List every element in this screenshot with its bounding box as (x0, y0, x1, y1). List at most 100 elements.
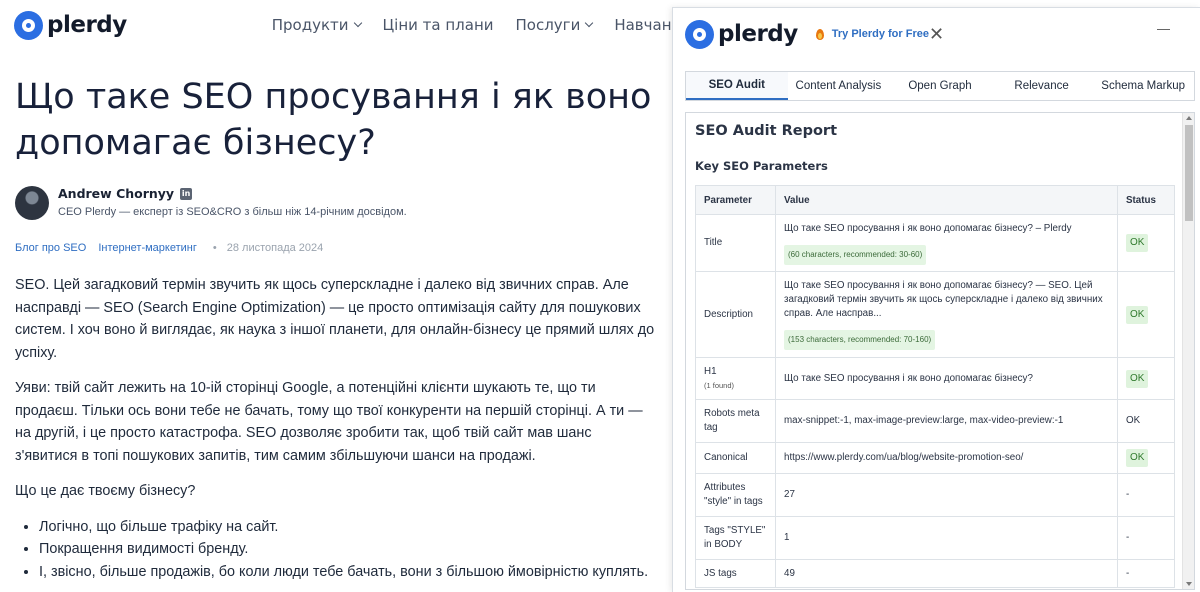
author-block: Andrew Chornyy in CEO Plerdy — експерт і… (15, 186, 672, 220)
status-badge: OK (1126, 369, 1149, 388)
table-row: JS tags 49 - (695, 559, 1175, 588)
param-status: - (1117, 516, 1175, 560)
linkedin-icon[interactable]: in (180, 187, 193, 200)
category-link-marketing[interactable]: Інтернет-маркетинг (98, 242, 197, 254)
plerdy-logo-icon (685, 19, 714, 49)
site-header: plerdy Продукти Ціни та плани Послуги На… (0, 0, 672, 50)
param-name-text: H1 (704, 365, 717, 377)
nav-item-label: Навчання (614, 16, 672, 34)
param-name: Attributes "style" in tags (695, 473, 776, 517)
tab-seo-audit[interactable]: SEO Audit (686, 72, 788, 100)
panel-header: plerdy Try Plerdy for Free ✕ (673, 8, 1200, 60)
section-title: Key SEO Parameters (695, 159, 828, 173)
site-logo[interactable]: plerdy (14, 10, 127, 40)
author-info: Andrew Chornyy in CEO Plerdy — експерт і… (58, 186, 407, 220)
article-page: plerdy Продукти Ціни та плани Послуги На… (0, 0, 672, 592)
param-value: 1 (775, 516, 1118, 560)
nav-item-products[interactable]: Продукти (271, 16, 362, 34)
article-paragraph: Уяви: твій сайт лежить на 10-ій сторінці… (15, 380, 643, 464)
param-name: Canonical (695, 442, 776, 474)
nav-item-pricing[interactable]: Ціни та плани (383, 16, 494, 34)
param-value: max-snippet:-1, max-image-preview:large,… (775, 399, 1118, 443)
chevron-down-icon (353, 18, 362, 28)
column-header-value: Value (775, 185, 1118, 215)
param-status: - (1117, 559, 1175, 588)
article-meta: Блог про SEO Інтернет-маркетинг • 28 лис… (15, 242, 672, 254)
param-value: Що таке SEO просування і як воно допомаг… (775, 357, 1118, 400)
seo-parameters-table: Parameter Value Status Title Що таке SEO… (695, 185, 1175, 588)
nav-item-label: Продукти (271, 16, 349, 34)
report-title: SEO Audit Report (695, 123, 838, 139)
tab-open-graph[interactable]: Open Graph (889, 72, 991, 100)
plerdy-logo-icon (14, 10, 43, 40)
list-item: І, звісно, більше продажів, бо коли люди… (39, 561, 655, 584)
scrollbar-thumb[interactable] (1185, 125, 1193, 221)
param-status: OK (1117, 399, 1175, 443)
article-paragraph: Що це дає твоєму бізнесу? (15, 483, 196, 499)
tab-schema-markup[interactable]: Schema Markup (1092, 72, 1194, 100)
table-row: H1 (1 found) Що таке SEO просування і як… (695, 357, 1175, 400)
chevron-down-icon (585, 18, 594, 28)
publish-date: 28 листопада 2024 (226, 242, 324, 254)
article-body: SEO. Цей загадковий термін звучить як що… (15, 274, 655, 583)
param-name: Title (695, 214, 776, 272)
table-row: Canonical https://www.plerdy.com/ua/blog… (695, 442, 1175, 474)
minimize-icon[interactable] (1157, 29, 1170, 30)
column-header-parameter: Parameter (695, 185, 776, 215)
category-link-seo[interactable]: Блог про SEO (15, 242, 86, 254)
scroll-up-arrow-icon[interactable] (1186, 116, 1192, 120)
status-badge: OK (1126, 305, 1149, 324)
param-status: OK (1117, 214, 1175, 272)
fire-icon (815, 28, 824, 40)
param-name: JS tags (695, 559, 776, 588)
param-status: OK (1117, 442, 1175, 474)
article-title: Що таке SEO просування і як воно допомаг… (15, 77, 652, 163)
list-item: Логічно, що більше трафіку на сайт. (39, 516, 655, 539)
length-hint: (153 characters, recommended: 70-160) (784, 330, 936, 350)
table-row: Title Що таке SEO просування і як воно д… (695, 214, 1175, 272)
param-note: (1 found) (704, 380, 735, 390)
author-name[interactable]: Andrew Chornyy in (58, 186, 407, 201)
param-status: - (1117, 473, 1175, 517)
seo-audit-report: SEO Audit Report Key SEO Parameters Para… (685, 112, 1195, 590)
panel-logo-text: plerdy (718, 21, 798, 47)
param-value: https://www.plerdy.com/ua/blog/website-p… (775, 442, 1118, 474)
param-name: Tags "STYLE" in BODY (695, 516, 776, 560)
param-name: H1 (1 found) (695, 357, 776, 400)
param-name: Robots meta tag (695, 399, 776, 443)
nav-item-label: Послуги (515, 16, 581, 34)
close-icon[interactable]: ✕ (929, 24, 944, 45)
avatar[interactable] (15, 186, 49, 220)
nav-item-services[interactable]: Послуги (515, 16, 594, 34)
param-status: OK (1117, 357, 1175, 400)
table-row: Description Що таке SEO просування і як … (695, 271, 1175, 358)
separator-dot: • (212, 242, 217, 254)
param-value: 49 (775, 559, 1118, 588)
audit-tabs: SEO Audit Content Analysis Open Graph Re… (685, 71, 1195, 101)
param-name: Description (695, 271, 776, 358)
length-hint: (60 characters, recommended: 30-60) (784, 244, 927, 265)
param-status: OK (1117, 271, 1175, 358)
tab-relevance[interactable]: Relevance (991, 72, 1093, 100)
param-value: Що таке SEO просування і як воно допомаг… (775, 214, 1118, 272)
nav-item-learning[interactable]: Навчання (614, 16, 672, 34)
status-badge: OK (1126, 234, 1149, 252)
main-nav: Продукти Ціни та плани Послуги Навчання (272, 16, 672, 34)
table-header-row: Parameter Value Status (695, 185, 1175, 215)
table-row: Attributes "style" in tags 27 - (695, 473, 1175, 517)
try-free-label: Try Plerdy for Free (831, 28, 929, 40)
author-name-text: Andrew Chornyy (58, 186, 175, 201)
scroll-down-arrow-icon[interactable] (1186, 582, 1192, 586)
tab-content-analysis[interactable]: Content Analysis (788, 72, 890, 100)
column-header-status: Status (1117, 185, 1175, 215)
nav-item-label: Ціни та плани (382, 16, 494, 34)
param-value: Що таке SEO просування і як воно допомаг… (775, 271, 1118, 358)
try-free-link[interactable]: Try Plerdy for Free (815, 28, 929, 40)
table-row: Tags "STYLE" in BODY 1 - (695, 516, 1175, 560)
status-badge: OK (1126, 449, 1149, 467)
plerdy-extension-panel: plerdy Try Plerdy for Free ✕ SEO Audit C… (672, 7, 1200, 592)
param-value: 27 (775, 473, 1118, 517)
benefits-list: Логічно, що більше трафіку на сайт. Покр… (39, 516, 655, 584)
report-scrollbar[interactable] (1182, 113, 1194, 589)
article-paragraph: SEO. Цей загадковий термін звучить як що… (15, 277, 655, 361)
